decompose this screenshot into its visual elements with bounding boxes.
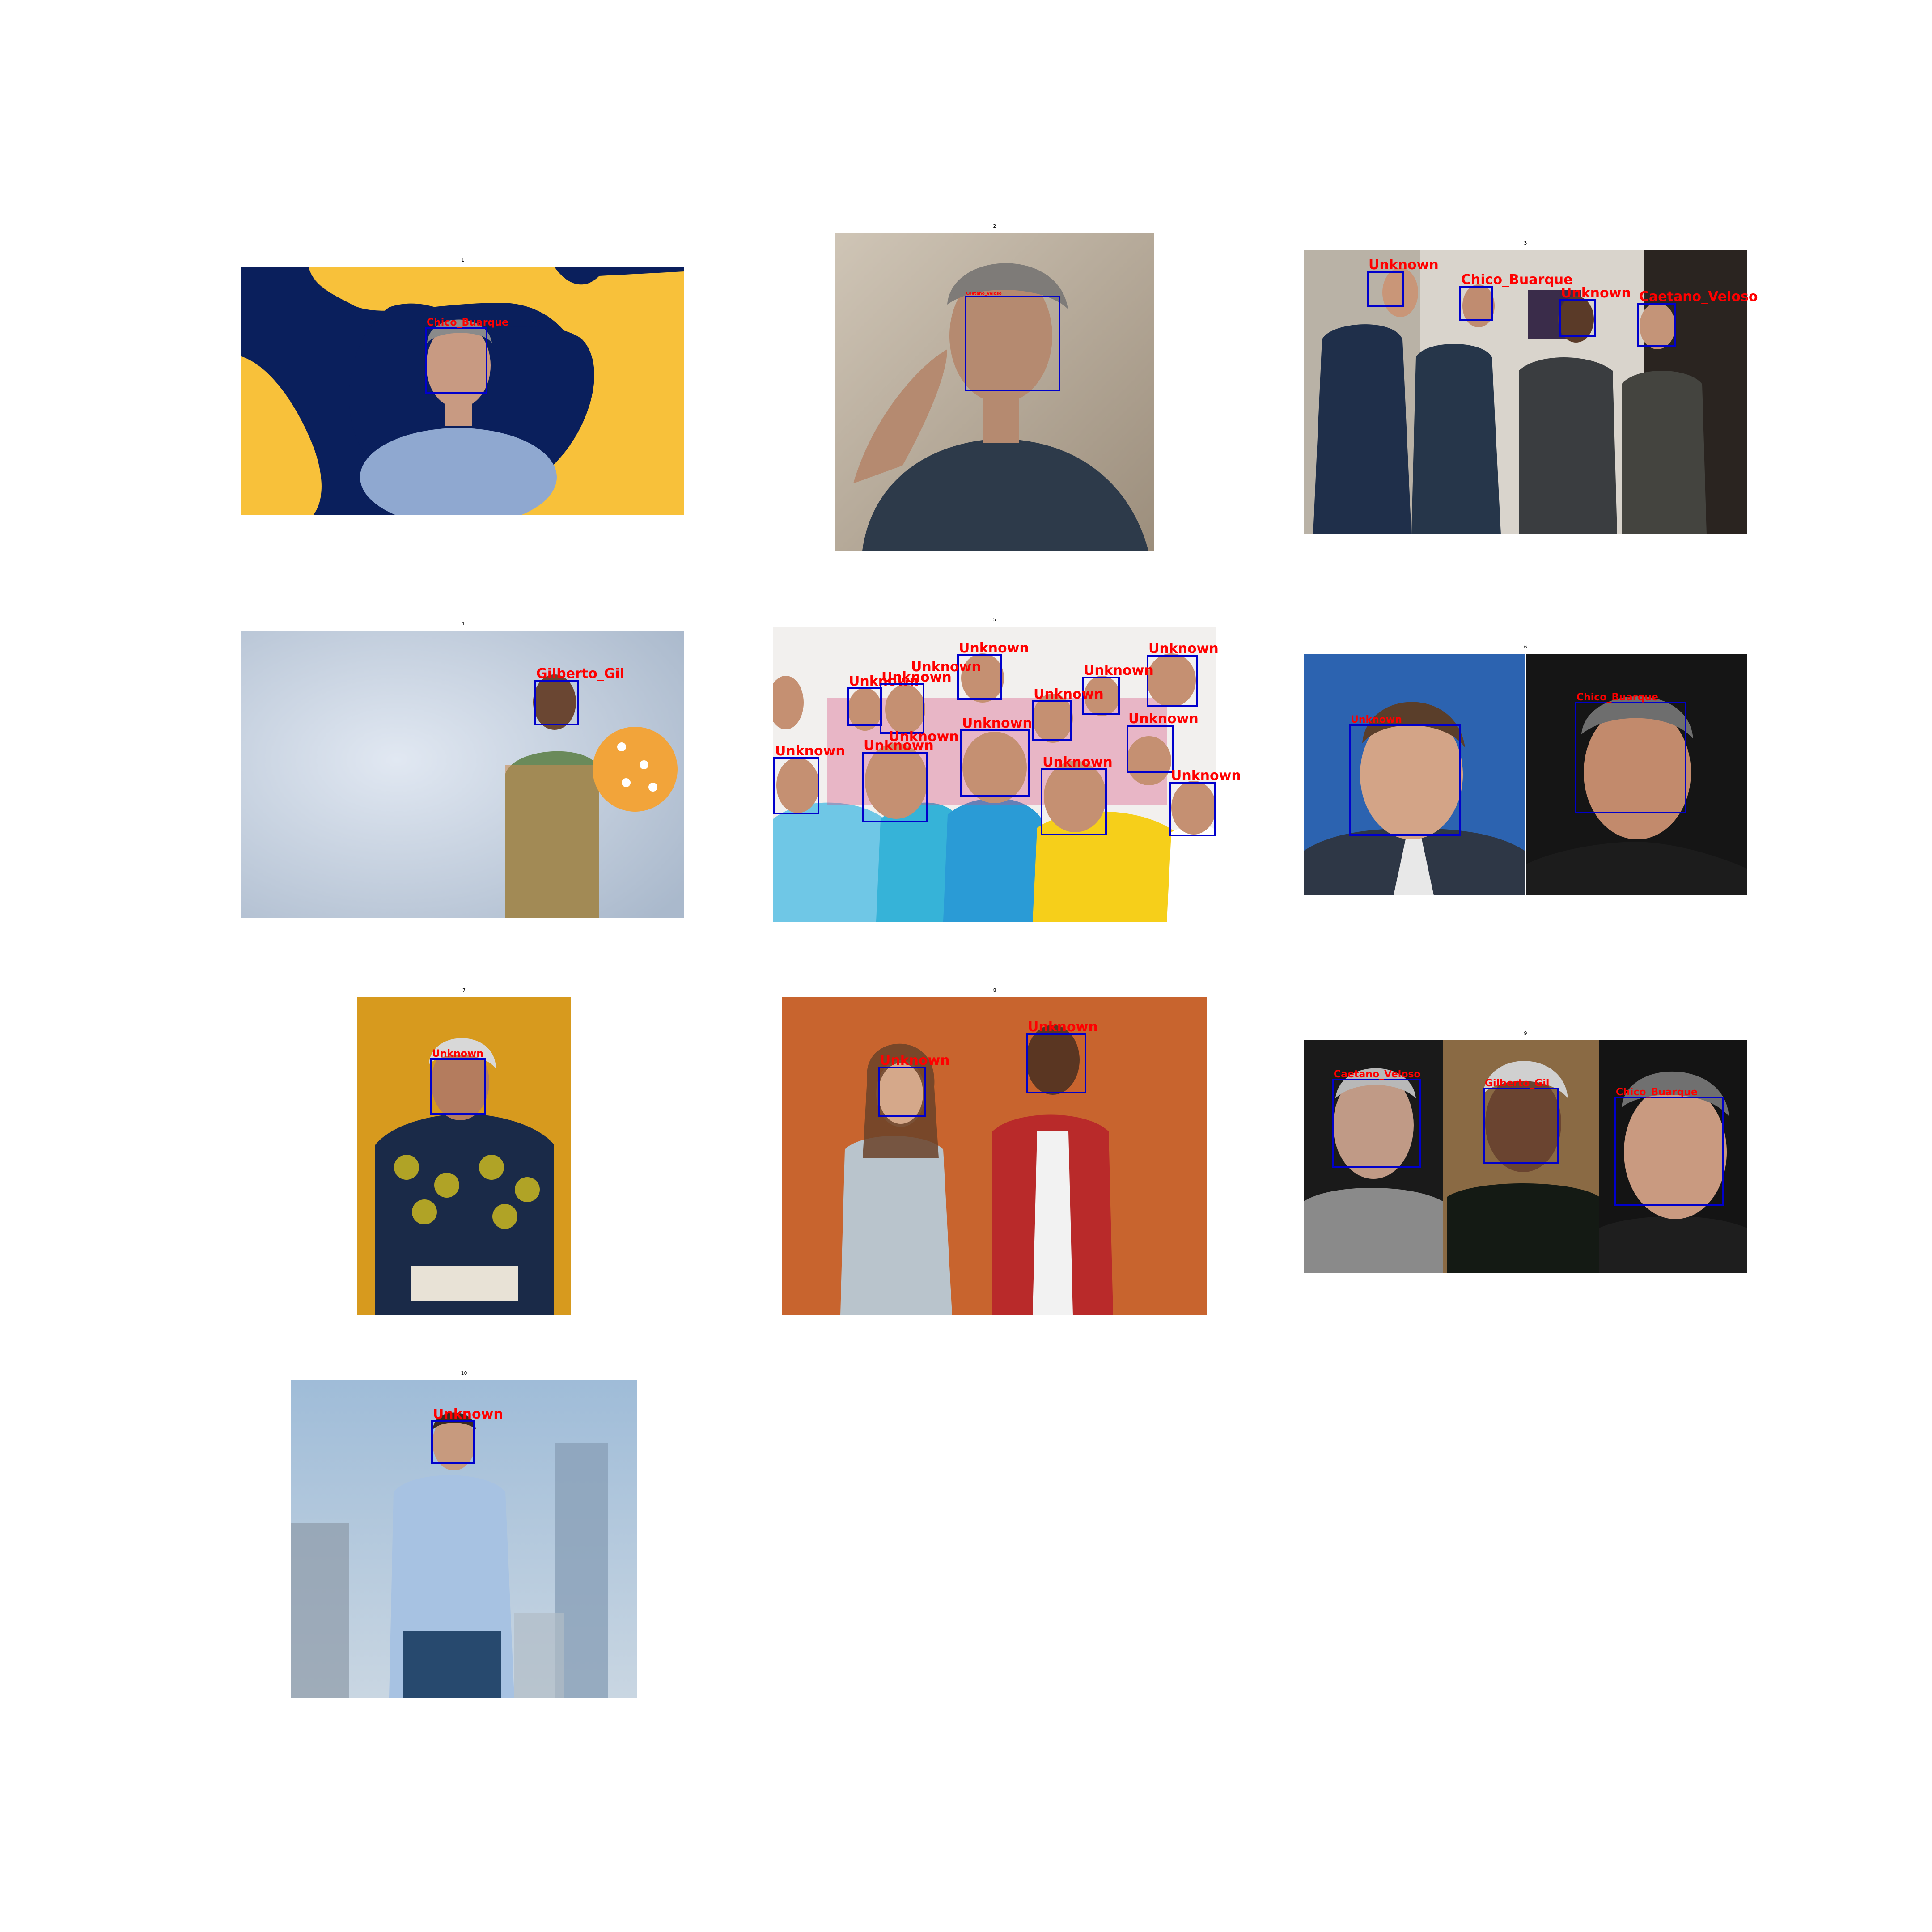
face-label: Unknown	[433, 1407, 503, 1422]
face-label: Gilberto_Gil	[536, 666, 624, 682]
panel-title: 3	[1524, 240, 1527, 246]
image-panel-4: 4 Gilberto_Gil	[242, 621, 684, 918]
panel-title: 7	[462, 987, 466, 993]
image-panel-5: 5 Unknown Unknown Unknown Unknown Unknow…	[773, 617, 1241, 922]
panel-title: 9	[1524, 1030, 1527, 1036]
face-label: Unknown	[1034, 686, 1104, 702]
photo	[835, 233, 1154, 551]
face-label: Unknown	[1351, 714, 1402, 725]
face-label: Unknown	[1368, 257, 1439, 273]
face-box: Unknown	[1367, 258, 1439, 307]
face-box: Unknown	[1349, 715, 1461, 836]
face-label: Caetano_Veloso	[1639, 289, 1758, 305]
face-box: Unknown	[773, 745, 845, 814]
face-label: Unknown	[889, 729, 959, 745]
panel-title: 8	[993, 987, 996, 993]
panel-title: 10	[461, 1370, 467, 1376]
face-box: Unknown	[1026, 1021, 1098, 1093]
face-box: Unknown	[1032, 688, 1104, 741]
face-label: Caetano_Veloso	[1334, 1069, 1421, 1080]
face-label: Unknown	[775, 743, 845, 759]
face-box: Unknown	[847, 675, 919, 726]
face-label: Unknown	[1171, 768, 1241, 784]
face-box: Unknown	[880, 671, 952, 734]
face-box: Gilberto_Gil	[534, 667, 624, 725]
face-box: Unknown	[960, 717, 1032, 797]
face-box: Unknown	[1169, 769, 1241, 836]
face-label: Chico_Buarque	[1576, 692, 1658, 703]
image-panel-6: 6 Unknown Chico_Buarque	[1304, 644, 1747, 895]
face-box: Chico_Buarque	[1459, 273, 1573, 321]
image-panel-8: 8 Unknown Unknown	[782, 987, 1207, 1315]
face-box: Chico_Buarque	[425, 318, 508, 394]
panel-title: 5	[993, 617, 996, 623]
face-box: Caetano_Veloso	[1332, 1070, 1421, 1168]
face-box: Unknown	[1041, 756, 1113, 835]
face-label: Chico_Buarque	[427, 317, 508, 328]
face-label: Unknown	[911, 659, 981, 675]
face-label: Unknown	[1561, 285, 1631, 301]
face-label: Unknown	[962, 716, 1032, 731]
face-label: Unknown	[1128, 711, 1199, 727]
face-box: Unknown	[1127, 712, 1199, 773]
face-box: Chico_Buarque	[1575, 693, 1686, 813]
face-box: Unknown	[430, 1049, 486, 1115]
face-label: Unknown	[1042, 754, 1113, 770]
face-label: Unknown	[880, 1053, 950, 1068]
face-box: Caetano_Veloso	[965, 292, 1060, 391]
panel-title: 6	[1524, 644, 1527, 650]
image-panel-7: 7 Unknown	[357, 987, 571, 1315]
face-label: Chico_Buarque	[1616, 1087, 1698, 1098]
panel-title: 2	[993, 223, 996, 229]
image-panel-1: 1 Chico_Buarque	[242, 257, 684, 515]
face-label: Unknown	[1084, 663, 1154, 678]
photo	[357, 997, 571, 1315]
face-label: Unknown	[959, 640, 1029, 656]
face-box: Caetano_Veloso	[1637, 290, 1758, 347]
face-label: Chico_Buarque	[1461, 272, 1573, 288]
photo	[782, 997, 1207, 1315]
face-label: Unknown	[1148, 641, 1219, 657]
face-box: Unknown	[1147, 642, 1219, 707]
face-box: Unknown	[431, 1408, 503, 1464]
panel-title: 4	[461, 621, 465, 627]
face-label: Gilberto_Gil	[1485, 1078, 1550, 1089]
face-box: Gilberto_Gil	[1483, 1079, 1559, 1164]
image-panel-10: 10 Unknown	[291, 1370, 637, 1698]
image-panel-9: 9 Caetano_Veloso Gilberto_Gil Chico_Buar…	[1304, 1030, 1747, 1273]
face-box: Chico_Buarque	[1614, 1088, 1724, 1206]
panel-title: 1	[461, 257, 465, 263]
image-panel-3: 3 Unknown Chico_Buarque Unknown Caetano_…	[1304, 240, 1758, 534]
face-box: Unknown	[878, 1054, 950, 1117]
face-label: Unknown	[432, 1048, 483, 1059]
face-label: Unknown	[1028, 1019, 1098, 1035]
face-label: Caetano_Veloso	[966, 292, 1002, 296]
face-box: Unknown	[1559, 287, 1631, 337]
image-panel-2: 2 Caetano_Veloso	[835, 223, 1154, 551]
face-box: Unknown	[862, 739, 934, 822]
